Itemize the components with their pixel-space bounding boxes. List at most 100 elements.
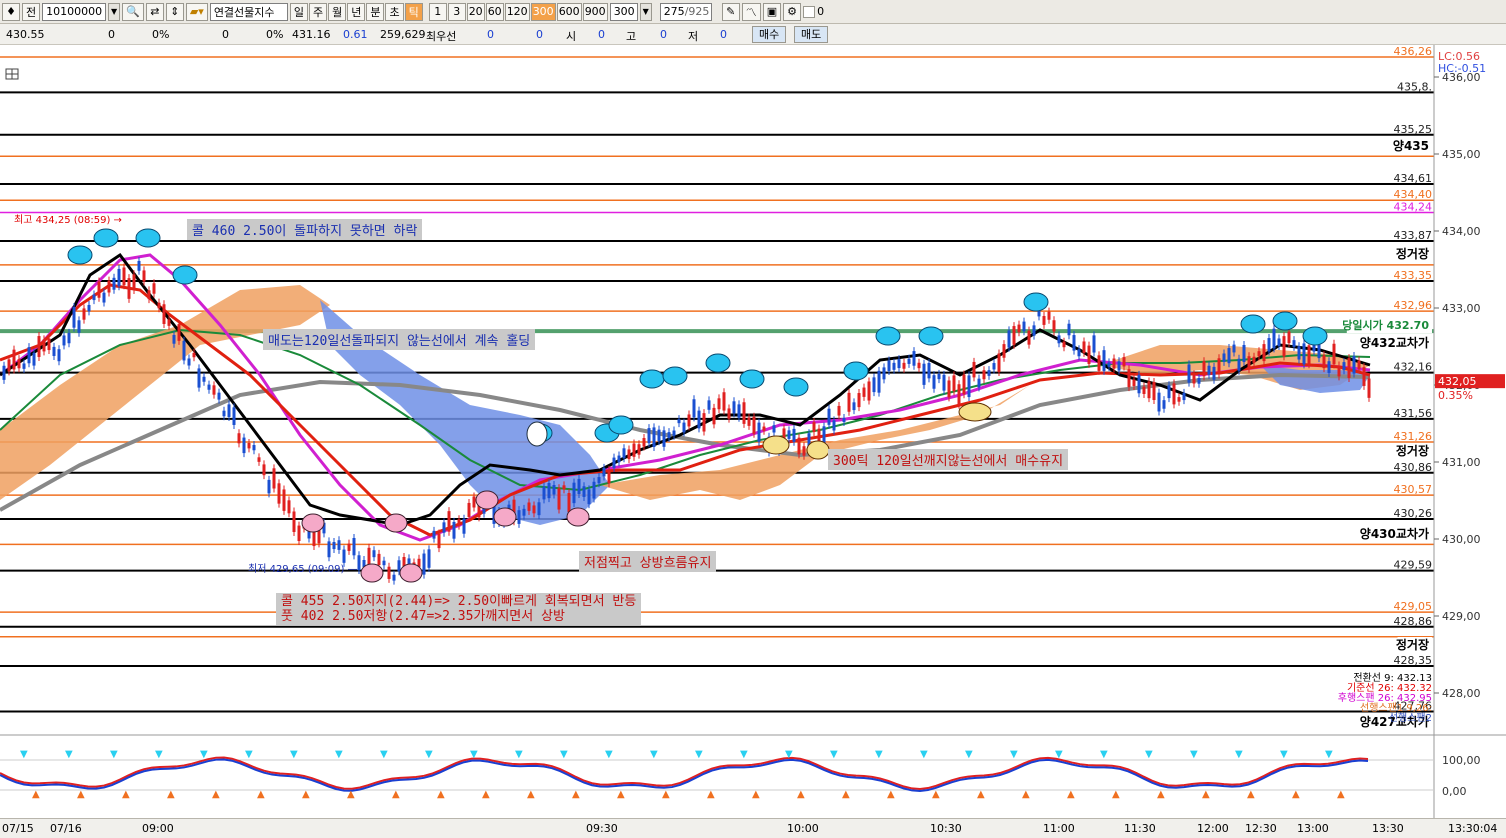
- time-label: 07/15: [2, 822, 34, 835]
- candle-body: [167, 319, 171, 326]
- period-tab-6[interactable]: 틱: [404, 2, 423, 21]
- arrow-down-icon: ▼: [155, 749, 163, 760]
- candle-body: [872, 377, 876, 393]
- level-label: 428,86: [1394, 615, 1433, 628]
- tick-tab-60[interactable]: 60: [485, 2, 504, 21]
- candle-body: [1357, 360, 1361, 370]
- tick-tab-900[interactable]: 900: [582, 2, 608, 21]
- low-marker: [360, 563, 384, 583]
- candle-body: [1167, 385, 1171, 399]
- arrow-up-icon: ▲: [707, 789, 715, 800]
- highlight-marker: [705, 353, 731, 373]
- sell-button[interactable]: 매도: [794, 26, 829, 43]
- period-tab-0[interactable]: 일: [289, 2, 308, 21]
- level-label: 433,35: [1394, 269, 1433, 282]
- arrow-down-icon: ▼: [290, 749, 298, 760]
- period-tab-4[interactable]: 분: [366, 2, 385, 21]
- candle-body: [1247, 356, 1251, 369]
- tick-tab-600[interactable]: 600: [556, 2, 582, 21]
- arrow-up-icon: ▲: [1337, 789, 1345, 800]
- arrow-up-icon: ▲: [1022, 789, 1030, 800]
- tick-tab-3[interactable]: 3: [447, 2, 466, 21]
- settings-icon[interactable]: ⚙: [783, 2, 802, 21]
- tick-input[interactable]: 300: [609, 2, 638, 21]
- arrow-up-icon: ▲: [1292, 789, 1300, 800]
- candle-body: [467, 502, 471, 517]
- arrow-up-icon: ▲: [1157, 789, 1165, 800]
- candle-body: [687, 414, 691, 427]
- period-tab-1[interactable]: 주: [308, 2, 328, 21]
- tools-icon[interactable]: ✎: [721, 2, 740, 21]
- arrow-up-icon: ▲: [527, 789, 535, 800]
- candle-body: [142, 270, 146, 282]
- period-tab-2[interactable]: 월: [328, 2, 347, 21]
- candle-body: [972, 361, 976, 378]
- tick-tab-120[interactable]: 120: [504, 2, 530, 21]
- folder-icon[interactable]: ▰▾: [185, 2, 208, 21]
- level-label: 436,26: [1394, 45, 1433, 58]
- right-tag: 당일시가 432.70: [1342, 317, 1432, 333]
- candle-body: [1307, 345, 1311, 365]
- arrow-down-icon: ▼: [650, 749, 658, 760]
- highlight-marker: [608, 415, 634, 435]
- candle-body: [837, 405, 841, 416]
- indicator-icon[interactable]: 〽: [741, 2, 761, 21]
- candle-body: [137, 260, 141, 271]
- app-icon[interactable]: ♦: [2, 2, 20, 21]
- buy-button[interactable]: 매수: [752, 26, 787, 43]
- arrow-up-icon: ▲: [1202, 789, 1210, 800]
- arrow-up-icon: ▲: [977, 789, 985, 800]
- candle-body: [1047, 311, 1051, 320]
- level-label: 429,05: [1394, 600, 1433, 613]
- checkbox[interactable]: [803, 5, 816, 18]
- candle-body: [227, 404, 231, 417]
- candle-body: [867, 381, 871, 401]
- candle-body: [587, 489, 591, 505]
- search-icon[interactable]: 🔍: [122, 2, 144, 21]
- code-input[interactable]: 10100000: [42, 2, 107, 21]
- candle-body: [562, 485, 566, 490]
- candle-body: [377, 553, 381, 566]
- level-label: 433,87: [1394, 229, 1433, 242]
- arrow-down-icon: ▼: [1280, 749, 1288, 760]
- tick-tab-20[interactable]: 20: [466, 2, 485, 21]
- tick-tab-300[interactable]: 300: [530, 2, 556, 21]
- candle-body: [72, 307, 76, 328]
- period-tabs: 일주월년분초틱: [289, 2, 423, 21]
- right-tag-label: 양432교차가: [1360, 335, 1429, 350]
- spin-icon[interactable]: ⇕: [165, 2, 184, 21]
- save-icon[interactable]: ▣: [762, 2, 782, 21]
- period-tab-3[interactable]: 년: [347, 2, 366, 21]
- period-tab-5[interactable]: 초: [385, 2, 404, 21]
- candle-body: [1337, 365, 1341, 377]
- y-tick-label: 433,00: [1442, 302, 1481, 315]
- tick-dropdown-icon[interactable]: ▼: [639, 2, 652, 21]
- time-label: 09:30: [586, 822, 618, 835]
- mode-button[interactable]: 전: [22, 2, 41, 21]
- right-tag: 양435: [1388, 138, 1432, 154]
- candle-body: [197, 368, 201, 388]
- arrow-down-icon: ▼: [1325, 749, 1333, 760]
- candle-body: [1362, 367, 1366, 386]
- tick-tab-1[interactable]: 1: [428, 2, 447, 21]
- low-marker: [475, 490, 499, 510]
- current-price: 432,05: [1438, 375, 1477, 388]
- candle-body: [857, 393, 861, 408]
- candle-body: [1322, 355, 1326, 369]
- code-dropdown-icon[interactable]: ▼: [108, 2, 121, 21]
- quote-high: 0: [660, 28, 667, 41]
- candle-body: [1097, 355, 1101, 371]
- price-chart[interactable]: 436,00435,00434,00433,00432,00431,00430,…: [0, 45, 1506, 818]
- link-icon[interactable]: ⇄: [145, 2, 164, 21]
- quote-bar: 430.55 0 0% 0 0% 431.16 0.61 259,629 최우선…: [0, 24, 1506, 45]
- quote-high-label: 고: [626, 30, 637, 43]
- candle-body: [1032, 325, 1036, 336]
- candle-body: [1067, 323, 1071, 336]
- candle-body: [582, 486, 586, 497]
- candle-body: [597, 477, 601, 484]
- candle-body: [852, 402, 856, 411]
- candle-body: [357, 555, 361, 571]
- highlight-marker: [739, 369, 765, 389]
- candle-body: [1227, 348, 1231, 364]
- candle-body: [42, 339, 46, 352]
